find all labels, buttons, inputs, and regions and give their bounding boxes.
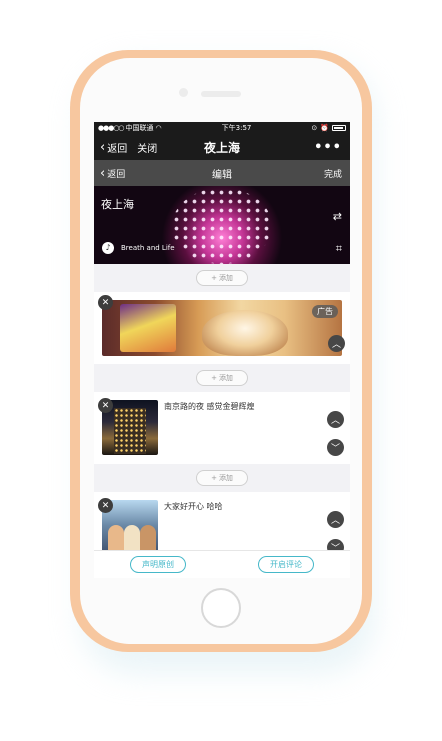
ad-image[interactable] [102,300,342,356]
status-bar: ●●●○○ 中国联通 ◠ 下午3:57 ⊙ ⏰ [94,122,350,134]
plus-icon: + [211,274,217,282]
editor-title: 编辑 [212,169,232,181]
battery-icon [331,125,346,131]
page-title: 夜上海 [203,140,240,155]
enable-comments-button[interactable]: 开启评论 [258,556,314,573]
wifi-icon: ◠ [155,124,162,132]
plus-icon: + [211,474,217,482]
alarm-icon: ⏰ [320,124,329,132]
earpiece-speaker [201,91,241,97]
cover-light-pattern [172,188,272,264]
add-strip: + 添加 [94,464,350,492]
building-image [114,408,146,454]
chevron-left-icon: ‹ [100,139,106,155]
nav-back-label: 返回 [107,143,128,155]
chevron-left-icon: ‹ [100,165,106,181]
remove-post-button[interactable]: ✕ [98,498,113,513]
chevron-up-icon: ︿ [330,516,340,526]
cover-music-title: Breath and Life [121,244,175,252]
plus-icon: + [211,374,217,382]
editor-toolbar: ‹ 返回 编辑 完成 [94,160,350,186]
webview-nav-bar: ‹ 返回 关闭 夜上海 ••• [94,134,350,160]
declare-original-button[interactable]: 声明原创 [130,556,186,573]
close-icon: ✕ [101,297,110,308]
editor-back-label: 返回 [107,169,126,180]
post-text[interactable]: 南京路的夜 感觉金碧辉煌 [164,401,255,412]
phone-screen: ●●●○○ 中国联通 ◠ 下午3:57 ⊙ ⏰ ‹ 返回 关闭 夜上海 ••• … [94,122,350,578]
add-button[interactable]: + 添加 [196,370,248,386]
ad-cereal-bowl [202,310,288,356]
editor-back-button[interactable]: ‹ 返回 [100,167,125,180]
ad-badge: 广告 [312,305,338,318]
add-button[interactable]: + 添加 [196,470,248,486]
remove-ad-button[interactable]: ✕ [98,295,113,310]
close-icon: ✕ [101,500,110,511]
front-camera [179,88,188,97]
move-up-button[interactable]: ︿ [327,411,344,428]
carrier-label: 中国联通 [125,124,154,132]
close-icon: ✕ [101,400,110,411]
chevron-up-icon: ︿ [331,340,341,350]
add-strip: + 添加 [94,364,350,392]
add-button-label: 添加 [218,374,233,382]
move-up-button[interactable]: ︿ [328,335,345,352]
post-card: 南京路的夜 感觉金碧辉煌 ✕ ︿ ﹀ [94,392,350,464]
add-button[interactable]: + 添加 [196,270,248,286]
post-text[interactable]: 大家好开心 哈哈 [164,501,223,512]
nav-close-button[interactable]: 关闭 [137,140,157,155]
done-button[interactable]: 完成 [324,167,342,180]
cover-title: 夜上海 [101,198,134,211]
move-up-button[interactable]: ︿ [327,511,344,528]
nav-back-button[interactable]: ‹ 返回 [100,140,127,155]
home-button[interactable] [201,588,241,628]
cover-image[interactable]: 夜上海 ♪ Breath and Life ⇄ ⌗ [94,186,350,264]
crop-icon[interactable]: ⌗ [336,242,342,256]
ad-card: 广告 ✕ ︿ [94,292,350,364]
remove-post-button[interactable]: ✕ [98,398,113,413]
add-strip: + 添加 [94,264,350,292]
chevron-up-icon: ︿ [330,416,340,426]
move-down-button[interactable]: ﹀ [327,439,344,456]
status-time: 下午3:57 [221,124,252,132]
signal-icon: ●●●○○ [98,124,125,132]
lock-rotation-icon: ⊙ [311,124,318,132]
chevron-down-icon: ﹀ [330,444,340,454]
ad-product-box [120,304,176,352]
music-note-icon[interactable]: ♪ [102,242,114,254]
footer-bar: 声明原创 开启评论 [94,550,350,578]
swap-cover-icon[interactable]: ⇄ [333,210,342,223]
more-menu-button[interactable]: ••• [314,140,342,155]
add-button-label: 添加 [218,274,233,282]
add-button-label: 添加 [218,474,233,482]
